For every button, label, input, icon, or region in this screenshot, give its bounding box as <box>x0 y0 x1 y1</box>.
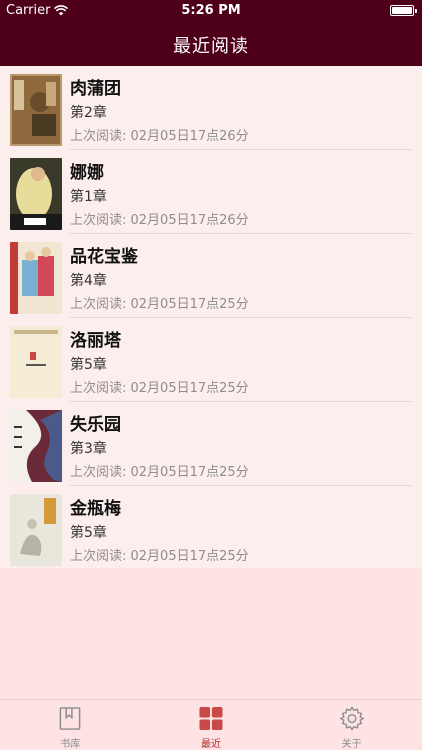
tab-recent[interactable]: 最近 <box>141 700 282 750</box>
book-cover-icon <box>10 326 62 398</box>
status-bar: Carrier 5:26 PM <box>0 0 422 22</box>
list-item[interactable]: 娜娜 第1章 上次阅读: 02月05日17点26分 <box>0 150 422 234</box>
page-title: 最近阅读 <box>173 36 249 57</box>
last-read-time: 上次阅读: 02月05日17点25分 <box>70 381 249 396</box>
book-title: 娜娜 <box>70 163 104 183</box>
book-title: 洛丽塔 <box>70 331 121 351</box>
list-item[interactable]: 洛丽塔 第5章 上次阅读: 02月05日17点25分 <box>0 318 422 402</box>
book-chapter: 第5章 <box>70 357 107 373</box>
last-read-time: 上次阅读: 02月05日17点25分 <box>70 549 249 564</box>
book-cover-icon <box>10 494 62 566</box>
book-cover-icon <box>10 410 62 482</box>
last-read-time: 上次阅读: 02月05日17点26分 <box>70 129 249 144</box>
tab-about[interactable]: 关于 <box>281 700 422 750</box>
book-cover-icon <box>10 242 62 314</box>
book-title: 失乐园 <box>70 415 121 435</box>
book-chapter: 第4章 <box>70 273 107 289</box>
grid-icon <box>199 706 223 731</box>
tab-bar: 书库 最近 关于 <box>0 699 422 750</box>
book-title: 肉蒲团 <box>70 79 121 99</box>
gear-icon <box>339 706 365 731</box>
book-title: 金瓶梅 <box>70 499 121 519</box>
last-read-time: 上次阅读: 02月05日17点25分 <box>70 465 249 480</box>
list-item[interactable]: 失乐园 第3章 上次阅读: 02月05日17点25分 <box>0 402 422 486</box>
last-read-time: 上次阅读: 02月05日17点25分 <box>70 297 249 312</box>
book-cover-icon <box>10 158 62 230</box>
tab-library[interactable]: 书库 <box>0 700 141 750</box>
tab-library-label: 书库 <box>60 739 81 750</box>
book-chapter: 第5章 <box>70 525 107 541</box>
battery-icon <box>390 5 417 16</box>
book-chapter: 第1章 <box>70 189 107 205</box>
book-title: 品花宝鉴 <box>70 247 138 267</box>
list-item[interactable]: 肉蒲团 第2章 上次阅读: 02月05日17点26分 <box>0 66 422 150</box>
list-item[interactable]: 品花宝鉴 第4章 上次阅读: 02月05日17点25分 <box>0 234 422 318</box>
book-cover-icon <box>10 74 62 146</box>
recent-books-list: 肉蒲团 第2章 上次阅读: 02月05日17点26分 娜娜 第1章 上次阅读: … <box>0 66 422 568</box>
tab-recent-label: 最近 <box>201 739 221 750</box>
list-item[interactable]: 金瓶梅 第5章 上次阅读: 02月05日17点25分 <box>0 486 422 570</box>
status-time: 5:26 PM <box>181 3 241 18</box>
book-chapter: 第2章 <box>70 105 107 121</box>
navigation-bar: Carrier 5:26 PM 最近阅读 <box>0 0 422 66</box>
tab-about-label: 关于 <box>341 739 362 750</box>
bookmark-book-icon <box>59 707 81 730</box>
last-read-time: 上次阅读: 02月05日17点26分 <box>70 213 249 228</box>
book-chapter: 第3章 <box>70 441 107 457</box>
